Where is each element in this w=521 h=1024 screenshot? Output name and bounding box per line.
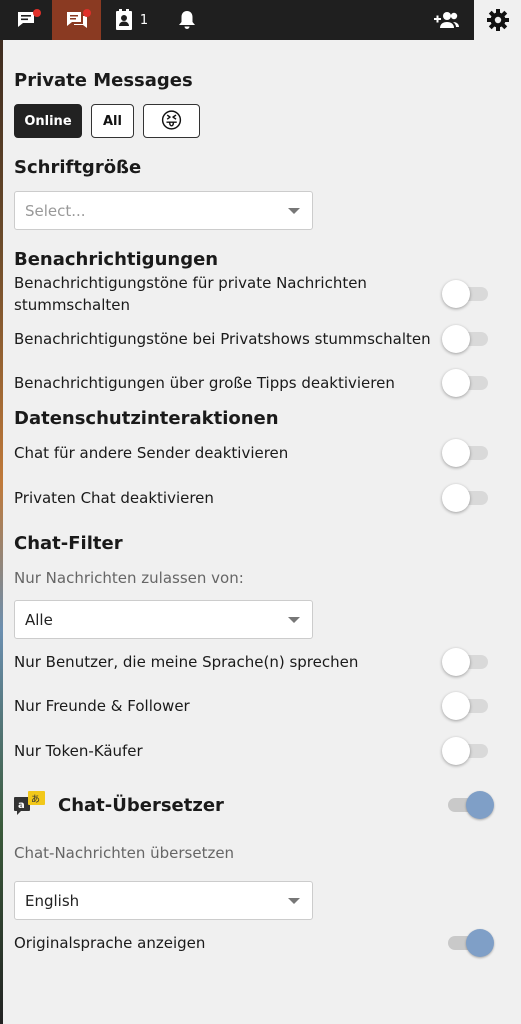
only-friends-followers-toggle[interactable]	[442, 692, 488, 720]
translate-messages-sublabel: Chat-Nachrichten übersetzen	[14, 844, 235, 862]
disable-private-chat-toggle[interactable]	[442, 484, 488, 512]
show-original-language-label: Originalsprache anzeigen	[14, 934, 206, 952]
contacts-icon	[115, 9, 132, 30]
add-user-button[interactable]	[421, 0, 473, 40]
notifications-heading: Benachrichtigungen	[14, 249, 219, 270]
mute-private-sounds-line2: stummschalten	[14, 296, 130, 314]
chat-notification-dot	[33, 9, 41, 17]
tab-settings[interactable]	[474, 0, 521, 40]
background-strip	[0, 40, 3, 1024]
translation-language-select[interactable]: English	[14, 881, 313, 920]
translate-icon: a あ	[14, 791, 45, 815]
chat-filter-select[interactable]: Alle	[14, 600, 313, 639]
chat-translator-heading: Chat-Übersetzer	[58, 795, 224, 816]
only-token-buyers-toggle[interactable]	[442, 737, 488, 765]
all-button[interactable]: All	[91, 104, 134, 138]
tab-notifications[interactable]	[161, 0, 213, 40]
mute-privateshow-sounds-label: Benachrichtigungstöne bei Privatshows st…	[14, 330, 431, 348]
chat-filter-heading: Chat-Filter	[14, 533, 123, 554]
disable-big-tips-label: Benachrichtigungen über große Tipps deak…	[14, 374, 395, 392]
chat-translator-toggle[interactable]	[444, 791, 494, 819]
tab-contacts[interactable]: 1	[101, 0, 161, 40]
translation-language-value: English	[25, 891, 80, 910]
caret-down-icon	[288, 208, 300, 214]
only-token-buyers-label: Nur Token-Käufer	[14, 742, 143, 760]
tab-private-messages[interactable]	[52, 0, 101, 40]
caret-down-icon	[288, 617, 300, 623]
contacts-count: 1	[139, 12, 149, 28]
mute-private-sounds-line1: Benachrichtigungstöne für private Nachri…	[14, 274, 367, 292]
chat-filter-value: Alle	[25, 610, 53, 629]
chat-filter-sublabel: Nur Nachrichten zulassen von:	[14, 569, 244, 587]
private-messages-heading: Private Messages	[14, 70, 193, 91]
add-user-icon	[434, 12, 459, 28]
privacy-heading: Datenschutzinteraktionen	[14, 408, 279, 429]
gear-icon	[486, 9, 509, 31]
caret-down-icon	[288, 898, 300, 904]
online-button[interactable]: Online	[14, 104, 82, 138]
disable-chat-other-broadcasters-toggle[interactable]	[442, 439, 488, 467]
font-size-heading: Schriftgröße	[14, 157, 142, 178]
only-friends-followers-label: Nur Freunde & Follower	[14, 697, 190, 715]
font-size-select[interactable]: Select...	[14, 191, 313, 230]
svg-text:あ: あ	[31, 794, 40, 805]
disable-big-tips-toggle[interactable]	[442, 369, 488, 397]
font-size-placeholder: Select...	[25, 201, 86, 220]
messages-notification-dot	[83, 9, 91, 17]
disable-private-chat-label: Privaten Chat deaktivieren	[14, 489, 214, 507]
show-original-language-toggle[interactable]	[444, 929, 494, 957]
mute-private-sounds-toggle[interactable]	[442, 280, 488, 308]
only-my-language-label: Nur Benutzer, die meine Sprache(n) sprec…	[14, 653, 359, 671]
emoji-button[interactable]: 😝	[143, 104, 200, 138]
mute-privateshow-sounds-toggle[interactable]	[442, 325, 488, 353]
svg-text:a: a	[18, 800, 25, 811]
bell-icon	[179, 11, 195, 29]
mute-private-sounds-label: Benachrichtigungstöne für private Nachri…	[14, 272, 367, 316]
tab-chat[interactable]	[0, 0, 52, 40]
disable-chat-other-broadcasters-label: Chat für andere Sender deaktivieren	[14, 444, 289, 462]
only-my-language-toggle[interactable]	[442, 648, 488, 676]
top-toolbar: 1	[0, 0, 521, 40]
